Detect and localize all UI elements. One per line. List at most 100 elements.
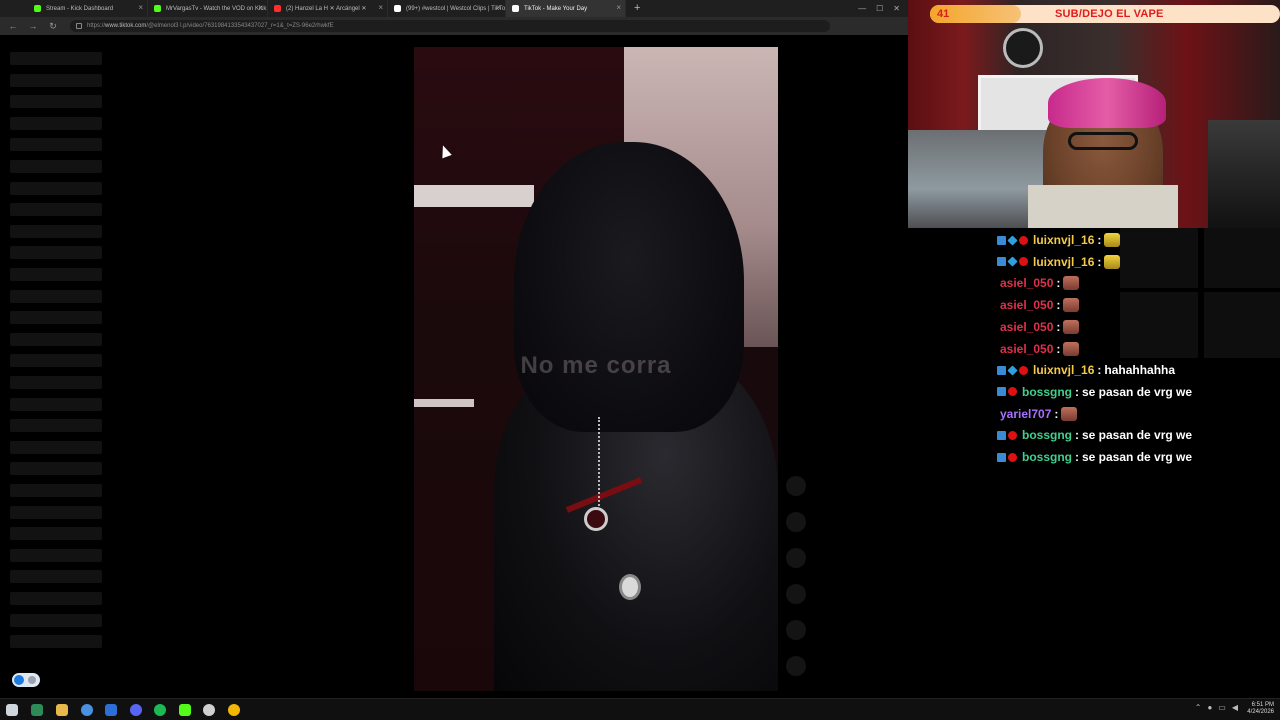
chat-username[interactable]: luixnvjl_16	[1033, 255, 1094, 269]
tab-close-icon[interactable]: ×	[496, 4, 501, 12]
chat-username[interactable]: bossgng	[1022, 385, 1072, 399]
comment-button[interactable]	[786, 548, 806, 568]
streamer-glasses	[1068, 132, 1138, 150]
start-icon[interactable]	[6, 704, 18, 716]
chat-text: se pasan de vrg we	[1082, 450, 1193, 464]
reload-icon[interactable]: ↻	[46, 21, 60, 32]
chat-username[interactable]: bossgng	[1022, 450, 1072, 464]
chat-emote-face-icon	[1063, 319, 1080, 334]
new-tab-button[interactable]: +	[634, 3, 640, 14]
tab-close-icon[interactable]: ×	[138, 4, 143, 12]
folder-icon[interactable]	[56, 704, 68, 716]
kick-icon[interactable]	[179, 704, 191, 716]
skeleton-item	[10, 354, 102, 368]
chat-message: yariel707:	[997, 406, 1078, 422]
tiktok-video[interactable]: No me corra	[414, 47, 778, 691]
tab-favicon-icon	[34, 5, 41, 12]
browser-tab[interactable]: (99+) #westcol | Westcol Clips | TikTok ×	[388, 0, 506, 17]
skeleton-item	[10, 160, 102, 173]
room-furniture	[1208, 120, 1280, 228]
tab-close-icon[interactable]: ×	[258, 4, 263, 12]
chat-username[interactable]: asiel_050	[1000, 276, 1053, 290]
chat-username[interactable]: yariel707	[1000, 407, 1051, 421]
maximize-icon[interactable]: ☐	[876, 4, 883, 13]
sound-button[interactable]	[786, 656, 806, 676]
chat-username[interactable]: luixnvjl_16	[1033, 233, 1094, 247]
chat-emote-yellow-icon	[1104, 254, 1121, 269]
discord-icon[interactable]	[130, 704, 142, 716]
forward-arrow-icon[interactable]: →	[26, 21, 40, 31]
chat-text: hahahhahha	[1104, 363, 1176, 378]
chat-username[interactable]: asiel_050	[1000, 320, 1053, 334]
chat-message: asiel_050:	[997, 341, 1080, 357]
share-button[interactable]	[786, 620, 806, 640]
skeleton-item	[10, 116, 102, 130]
chat-username[interactable]: asiel_050	[1000, 298, 1053, 312]
site-info-icon[interactable]	[76, 23, 82, 29]
skeleton-item	[10, 52, 102, 65]
skeleton-item	[10, 246, 102, 260]
url-path: /@elmenol3 l.p/video/7631984133543437027…	[146, 23, 334, 29]
terminal-icon[interactable]	[31, 704, 43, 716]
skeleton-item	[10, 73, 102, 87]
tab-strip: Stream - Kick Dashboard × MrVargasTv - Wat…	[0, 0, 626, 17]
chrome-icon[interactable]	[81, 704, 93, 716]
browser-tab[interactable]: MrVargasTv - Watch the VOD on Kick ×	[148, 0, 268, 17]
skeleton-item	[10, 462, 102, 476]
tab-close-icon[interactable]: ×	[378, 4, 383, 12]
chat-separator: :	[1097, 363, 1102, 378]
chat-badge-cube-icon	[1007, 234, 1018, 246]
sidebar-skeleton	[0, 36, 120, 696]
obs-icon[interactable]	[203, 704, 215, 716]
chat-separator: :	[1056, 298, 1061, 313]
chat-badge-blue-icon	[997, 257, 1006, 267]
chat-separator: :	[1056, 276, 1061, 291]
bookmark-button[interactable]	[786, 584, 806, 604]
chrome-canary-icon[interactable]	[228, 704, 240, 716]
tab-close-icon[interactable]: ×	[616, 4, 621, 12]
browser-tab[interactable]: TikTok - Make Your Day ×	[506, 0, 626, 17]
network-icon[interactable]: ▭	[1218, 703, 1226, 712]
close-icon[interactable]: ✕	[893, 4, 900, 13]
url-input[interactable]: https:// www.tiktok.com /@elmenol3 l.p/v…	[70, 20, 830, 32]
chat-message: luixnvjl_16: hahahhahha	[997, 362, 1175, 378]
skeleton-item	[10, 203, 102, 217]
browser-tab[interactable]: Stream - Kick Dashboard ×	[28, 0, 148, 17]
browser-tab-bar: Stream - Kick Dashboard × MrVargasTv - Wat…	[0, 0, 908, 17]
skeleton-item	[10, 332, 102, 346]
windows-taskbar: ⌃ ● ▭ ◀ 6:51 PM 4/24/2026	[0, 698, 1280, 720]
chat-separator: :	[1097, 233, 1102, 247]
tab-label: (2) Hanzel La H ✕ Arcángel ✕	[286, 6, 367, 12]
chat-badge-red-icon	[1008, 430, 1017, 440]
chat-separator: :	[1075, 450, 1079, 464]
minimize-icon[interactable]: —	[858, 4, 866, 13]
app-blue-icon[interactable]	[105, 704, 117, 716]
tab-favicon-icon	[154, 5, 161, 12]
avatar-button[interactable]	[786, 476, 806, 496]
back-arrow-icon[interactable]: ←	[6, 21, 20, 31]
video-pendant	[584, 507, 608, 531]
system-clock[interactable]: 6:51 PM 4/24/2026	[1247, 702, 1274, 716]
chat-badge-red-icon	[1019, 257, 1028, 267]
feed-toggle[interactable]	[12, 673, 40, 687]
skeleton-item	[10, 484, 102, 497]
chat-badge-red-icon	[1019, 365, 1028, 375]
chevron-up-icon[interactable]: ⌃	[1195, 703, 1202, 712]
chat-message: asiel_050:	[997, 297, 1080, 313]
skeleton-item	[10, 311, 102, 325]
address-bar: ← → ↻ https:// www.tiktok.com /@elmenol3…	[0, 17, 908, 35]
chat-panel-bg	[1204, 228, 1280, 288]
chat-username[interactable]: bossgng	[1022, 428, 1072, 442]
streamer-shirt	[1028, 185, 1178, 228]
like-button[interactable]	[786, 512, 806, 532]
chat-username[interactable]: luixnvjl_16	[1033, 363, 1094, 377]
browser-tab[interactable]: (2) Hanzel La H ✕ Arcángel ✕ ×	[268, 0, 388, 17]
chat-username[interactable]: asiel_050	[1000, 342, 1053, 356]
spotify-icon[interactable]	[154, 704, 166, 716]
chat-badge-blue-icon	[997, 452, 1006, 462]
microphone-icon[interactable]: ●	[1207, 703, 1212, 712]
skeleton-item	[10, 397, 102, 411]
tab-label: Stream - Kick Dashboard	[46, 5, 114, 12]
volume-icon[interactable]: ◀	[1232, 703, 1238, 712]
skeleton-item	[10, 268, 102, 281]
